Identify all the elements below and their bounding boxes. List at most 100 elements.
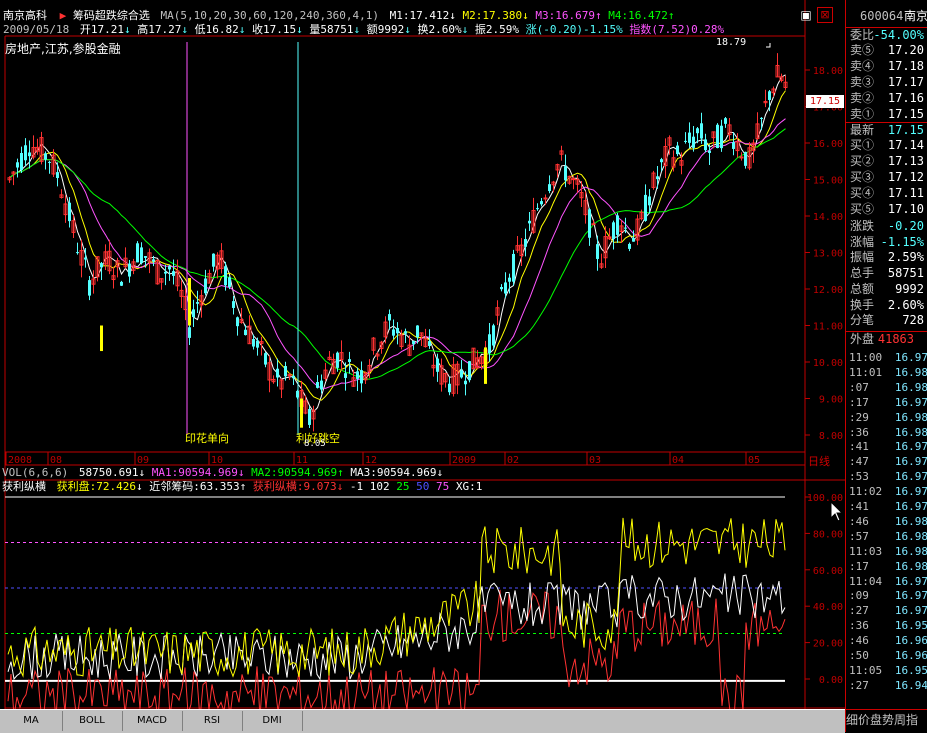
price-axis-label: 8.00 [819,431,843,442]
up-arrow-icon: ↑ [337,466,344,479]
stat-row: 总额 9992 [846,282,927,297]
ma-line-m1 [9,74,786,413]
quote-code-row: 600064 南京 [846,9,927,24]
tick-price: 16.97 [894,574,927,588]
tab-rsi[interactable]: RSI [182,711,243,731]
profit-vh-line [7,589,786,709]
down-arrow-icon: ↓ [138,466,146,479]
tick-row: :17 16.97 [846,396,927,409]
bid-row-value: 17.12 [887,170,924,184]
tick-row: 11:02 16.97 [846,485,927,498]
stock-name-short: 南京 [903,9,927,23]
tick-row: :41 16.97 [846,440,927,453]
tick-price: 16.98 [894,425,927,439]
candle-body [571,178,576,181]
candle-body [164,271,167,274]
indicator-name[interactable]: 筹码超跌综合选 [73,9,150,22]
bar-low: 低16.82 [194,23,239,36]
price-chart[interactable]: 印花单向 利好跳空8.0518.79 18.0017.0016.0015.0014… [0,0,845,709]
near-chips-value: 近邻筹码:63.353 [149,480,240,493]
time-axis-label: 12 [365,455,377,466]
mouse-cursor-icon [830,501,844,522]
bid-row-label: 买② [850,154,875,168]
bid-row: 买⑤ 17.10 [846,202,927,217]
signal-candle [100,325,103,352]
candle-body [20,153,23,170]
candle-body [396,327,399,334]
current-price-tag: 17.15 [806,95,844,108]
candle-body [468,361,471,381]
candle-body [140,247,143,264]
tab-dmi[interactable]: DMI [242,711,303,731]
stat-row-label: 振幅 [850,250,875,265]
tick-price: 16.97 [894,440,927,454]
stat-row-value: 9992 [895,281,924,296]
candle-body [428,341,431,346]
tick-row: :17 16.98 [846,560,927,573]
candle-body [360,370,363,384]
tick-time: :57 [849,529,869,543]
candle-body [152,259,155,262]
vol-ma1: MA1:90594.969 [151,466,238,479]
ask-row: 卖② 17.16 [846,91,927,106]
candle-body [548,184,551,192]
candle-body [388,314,391,321]
price-axis-label: 10.00 [813,358,843,369]
candle-body [224,266,227,286]
stat-row-value: 2.60% [887,297,924,312]
tick-row: :53 16.97 [846,470,927,483]
restore-button[interactable]: ▣ [799,8,813,22]
tick-time: :36 [849,425,869,439]
tick-time: :09 [849,589,869,603]
outer-value: 41863 [877,332,914,346]
bar-change: 涨(-0.20)-1.15% [525,23,623,36]
stat-row-value: -1.15% [880,234,924,249]
indicator-arrow-icon: ▶ [59,9,67,22]
candle-body [320,380,323,390]
down-arrow-icon: ↓ [238,23,246,36]
bid-row-value: 17.13 [887,154,924,168]
signal-candle [300,398,303,428]
tick-price: 16.98 [894,559,927,573]
candle-body [724,118,727,124]
period-button[interactable]: 日线 [808,453,830,469]
indicator-title[interactable]: 获利纵横 [2,480,46,493]
ma-m4: M4:16.472 [608,9,668,22]
down-arrow-icon: ↓ [522,9,529,22]
close-button[interactable]: ⊠ [817,7,833,23]
candle-body [436,358,439,372]
tick-time: 11:00 [849,351,883,364]
candle-body [508,277,511,282]
candle-body [692,136,695,148]
time-axis-label: 04 [672,455,684,466]
high-marker-line [766,43,771,48]
bar-high: 高17.27 [137,23,182,36]
quote-footer-tabs[interactable]: 细价盘势周指 [846,709,927,733]
up-arrow-icon: ↑ [595,9,602,22]
stat-row: 涨幅 -1.15% [846,235,927,250]
level-102: 102 [369,480,390,493]
high-marker: 18.79 [716,37,746,48]
stat-row: 振幅 2.59% [846,250,927,265]
candle-body [716,124,719,149]
down-arrow-icon: ↓ [449,9,456,22]
stock-code: 600064 [860,9,904,23]
tick-price: 16.95 [894,619,927,633]
stat-row-label: 总额 [850,281,875,296]
tab-ma[interactable]: MA [0,711,63,731]
time-axis-label: 10 [211,455,223,466]
down-arrow-icon: ↓ [296,23,303,36]
time-axis-label: 03 [589,455,601,466]
price-axis-label: 12.00 [813,285,843,296]
tab-boll[interactable]: BOLL [62,711,123,731]
time-axis-label: 05 [748,455,760,466]
candle-body [464,380,467,385]
candle-body [768,91,771,100]
bid-row-label: 买③ [850,170,875,184]
tab-macd[interactable]: MACD [122,711,183,731]
stat-row-label: 换手 [850,297,875,312]
candle-body [212,253,215,267]
bar-date: 2009/05/18 [3,23,70,36]
tick-time: :17 [849,559,869,573]
candle-body [616,215,619,235]
